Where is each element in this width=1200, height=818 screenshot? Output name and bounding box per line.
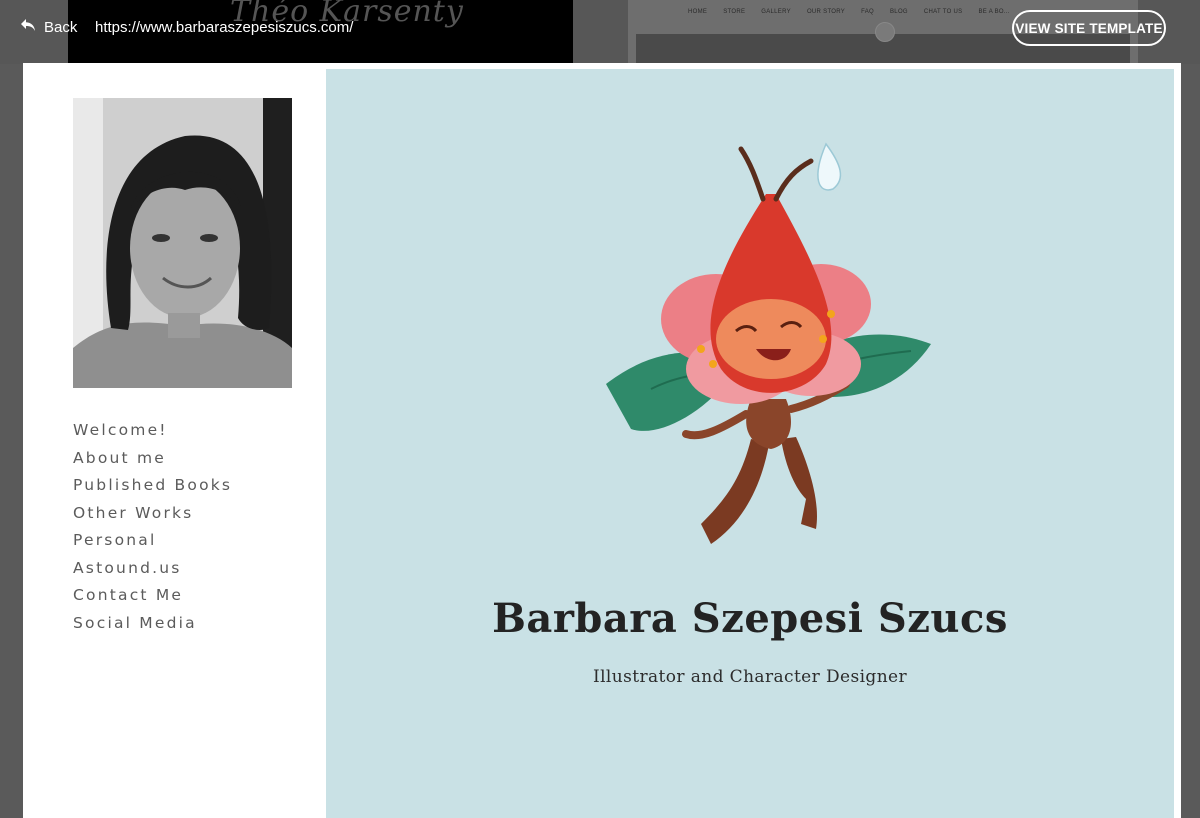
back-label: Back xyxy=(44,18,78,36)
site-url: https://www.barbaraszepesiszucs.com/ xyxy=(95,19,354,36)
site-title: Barbara Szepesi Szucs xyxy=(492,595,1008,642)
background-nav-item: CHAT TO US xyxy=(923,9,963,15)
character-illustration xyxy=(591,139,941,559)
back-arrow-icon xyxy=(20,18,36,36)
nav-item-contact-me[interactable]: Contact Me xyxy=(73,582,232,610)
background-nav-item: OUR STORY xyxy=(806,9,846,15)
background-logo-badge xyxy=(875,22,895,42)
back-button[interactable]: Back xyxy=(20,18,77,36)
site-navigation: Welcome! About me Published Books Other … xyxy=(73,417,232,637)
site-sidebar: Welcome! About me Published Books Other … xyxy=(23,63,326,818)
background-nav-item: BLOG xyxy=(890,9,908,15)
nav-item-other-works[interactable]: Other Works xyxy=(73,500,232,528)
nav-item-published-books[interactable]: Published Books xyxy=(73,472,232,500)
background-nav-item: HOME xyxy=(688,9,708,15)
background-nav-item: FAQ xyxy=(861,9,874,15)
nav-item-welcome[interactable]: Welcome! xyxy=(73,417,232,445)
view-site-template-button[interactable]: VIEW SITE TEMPLATE xyxy=(1012,10,1166,46)
background-nav-item: BE A BO... xyxy=(978,9,1010,15)
background-nav-item: GALLERY xyxy=(761,9,791,15)
nav-item-social-media[interactable]: Social Media xyxy=(73,610,232,638)
nav-item-astound-us[interactable]: Astound.us xyxy=(73,555,232,583)
nav-item-personal[interactable]: Personal xyxy=(73,527,232,555)
site-subtitle: Illustrator and Character Designer xyxy=(592,667,908,687)
nav-item-about-me[interactable]: About me xyxy=(73,445,232,473)
profile-photo xyxy=(73,98,292,388)
site-preview-frame: Welcome! About me Published Books Other … xyxy=(23,63,1181,818)
background-nav: HOME STORE GALLERY OUR STORY FAQ BLOG CH… xyxy=(688,9,1010,15)
background-nav-item: STORE xyxy=(723,9,746,15)
hero-section: Barbara Szepesi Szucs Illustrator and Ch… xyxy=(326,69,1174,818)
